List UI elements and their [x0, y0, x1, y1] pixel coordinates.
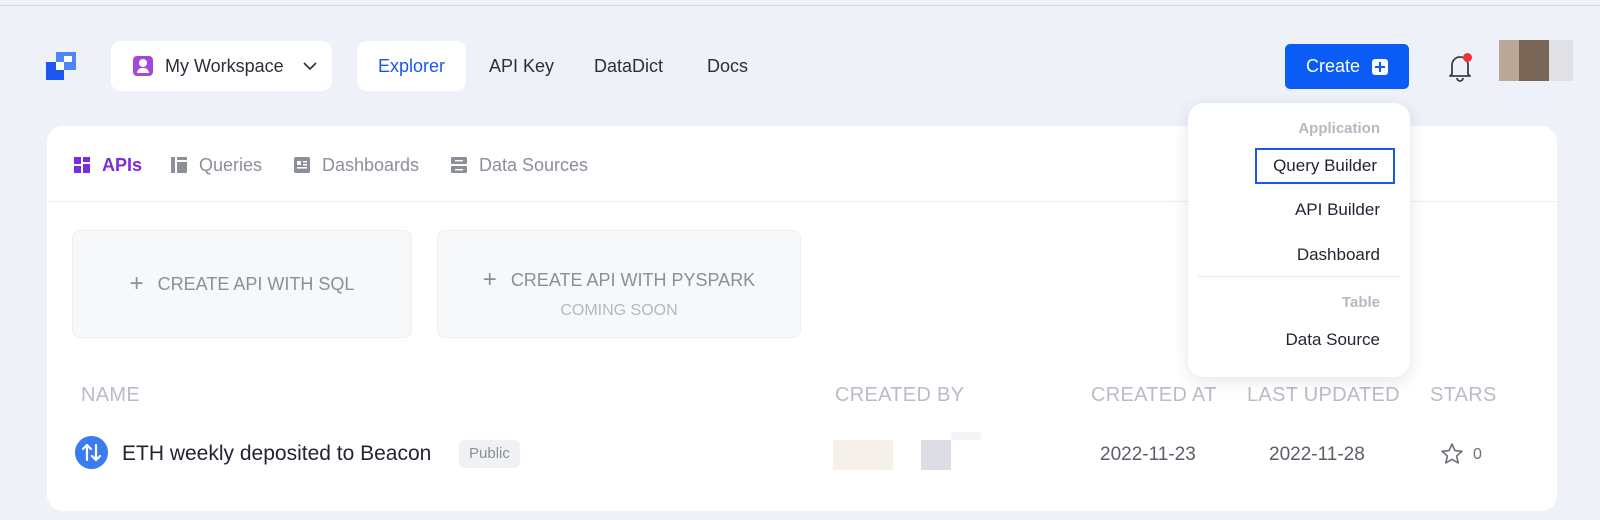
window-top-border: [0, 5, 1600, 6]
table-row[interactable]: ETH weekly deposited to Beacon Public 20…: [47, 432, 1557, 476]
tab-label: Dashboards: [322, 154, 420, 175]
workspace-selector[interactable]: My Workspace: [111, 41, 332, 91]
creator-name-blurred: [921, 440, 951, 470]
star-icon[interactable]: [1440, 442, 1464, 466]
tab-label: Data Sources: [479, 154, 589, 175]
plus-icon: +: [129, 270, 144, 297]
column-header-created-at[interactable]: CREATED AT: [1091, 384, 1217, 407]
tab-data-sources[interactable]: Data Sources: [451, 152, 588, 178]
columns-icon: [171, 157, 187, 173]
notification-dot: [1463, 53, 1472, 62]
creator-avatar-blurred[interactable]: [833, 440, 893, 470]
column-header-stars[interactable]: STARS: [1430, 384, 1497, 407]
column-header-last-updated[interactable]: LAST UPDATED: [1247, 384, 1400, 407]
plus-square-icon: [1372, 58, 1389, 75]
create-api-sql-tile[interactable]: + CREATE API WITH SQL: [72, 230, 412, 338]
database-icon: [451, 157, 467, 173]
menu-item-api-builder[interactable]: API Builder: [1295, 200, 1380, 220]
menu-item-dashboard[interactable]: Dashboard: [1297, 245, 1380, 265]
workspace-icon: [133, 56, 153, 76]
app-logo[interactable]: [46, 52, 76, 80]
menu-divider: [1198, 276, 1400, 277]
tab-queries[interactable]: Queries: [171, 152, 262, 178]
tab-label: APIs: [102, 154, 143, 175]
grid-icon: [74, 157, 90, 173]
tile-label: CREATE API WITH PYSPARK: [510, 269, 756, 290]
nav-explorer[interactable]: Explorer: [357, 41, 467, 91]
create-dropdown-menu: Application Query Builder API Builder Da…: [1188, 103, 1410, 377]
menu-item-data-source[interactable]: Data Source: [1286, 330, 1381, 350]
menu-group-application: Application: [1298, 120, 1380, 137]
create-api-pyspark-tile[interactable]: + CREATE API WITH PYSPARK COMING SOON: [437, 230, 801, 338]
last-updated-value: 2022-11-28: [1269, 444, 1365, 465]
visibility-badge: Public: [459, 440, 520, 468]
create-label: Create: [1305, 56, 1361, 76]
tab-label: Queries: [199, 154, 263, 175]
nav-docs[interactable]: Docs: [707, 41, 748, 91]
create-button[interactable]: Create: [1285, 44, 1409, 89]
column-header-name[interactable]: NAME: [81, 384, 140, 407]
nav-api-key[interactable]: API Key: [489, 41, 554, 91]
created-at-value: 2022-11-23: [1100, 444, 1196, 465]
tile-label: CREATE API WITH SQL: [157, 273, 355, 294]
menu-item-query-builder[interactable]: Query Builder: [1255, 148, 1395, 184]
plus-icon: +: [482, 266, 497, 293]
user-avatar[interactable]: [1499, 40, 1573, 81]
coming-soon-label: COMING SOON: [560, 302, 678, 319]
dashboard-icon: [294, 157, 310, 173]
workspace-label: My Workspace: [165, 55, 284, 76]
stars-count: 0: [1473, 446, 1482, 463]
transfer-arrows-icon: [75, 436, 108, 469]
tab-dashboards[interactable]: Dashboards: [294, 152, 419, 178]
chevron-down-icon: [303, 62, 317, 71]
api-name-link[interactable]: ETH weekly deposited to Beacon: [122, 442, 431, 466]
tab-apis[interactable]: APIs: [74, 152, 142, 178]
creator-extra-blurred: [951, 432, 981, 440]
column-header-created-by[interactable]: CREATED BY: [835, 384, 964, 407]
menu-group-table: Table: [1341, 294, 1380, 311]
nav-datadict[interactable]: DataDict: [594, 41, 663, 91]
